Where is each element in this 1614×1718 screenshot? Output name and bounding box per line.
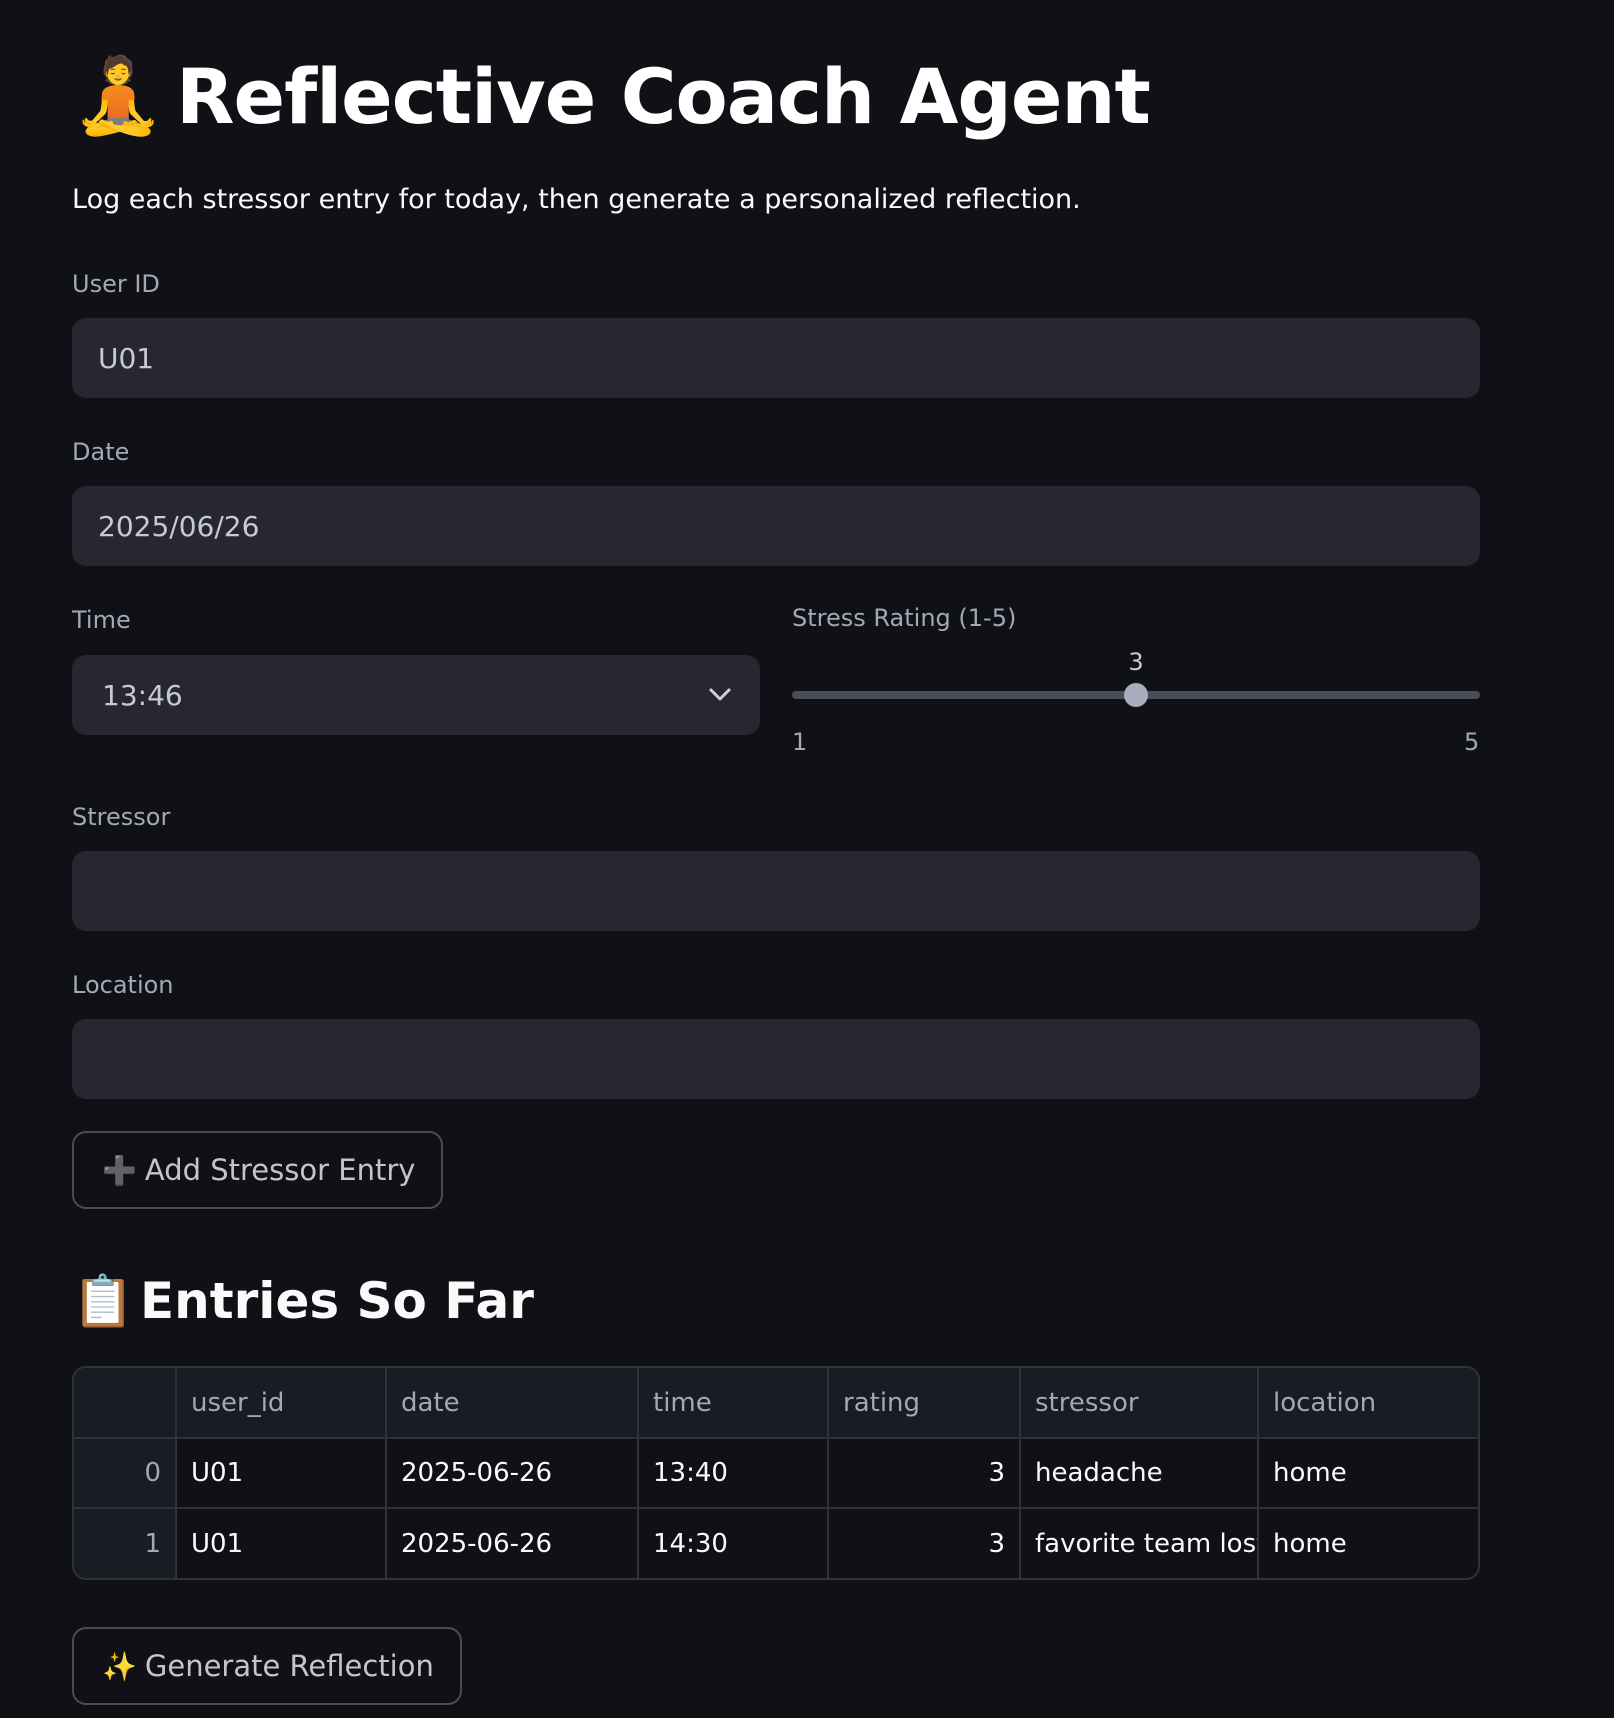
stress-rating-value: 3 [1128, 648, 1144, 676]
time-value: 13:46 [102, 678, 183, 712]
cell-time[interactable]: 14:30 [638, 1508, 829, 1578]
cell-user-id[interactable]: U01 [176, 1438, 387, 1509]
page-title: 🧘 Reflective Coach Agent [72, 46, 1151, 146]
column-header-rating[interactable]: rating [828, 1368, 1021, 1439]
cell-stressor[interactable]: headache [1020, 1438, 1259, 1509]
location-input[interactable] [72, 1019, 1480, 1099]
user-id-label: User ID [72, 270, 160, 298]
generate-reflection-button[interactable]: ✨ Generate Reflection [72, 1627, 462, 1705]
stress-rating-slider-thumb[interactable] [1124, 683, 1148, 707]
column-header-user-id[interactable]: user_id [176, 1368, 387, 1439]
generate-reflection-label: Generate Reflection [144, 1649, 434, 1683]
plus-icon: ➕ [102, 1153, 137, 1187]
entries-title-text: Entries So Far [140, 1272, 534, 1330]
row-index: 1 [74, 1508, 177, 1578]
date-value: 2025/06/26 [98, 509, 260, 543]
time-select[interactable]: 13:46 [72, 655, 760, 735]
user-id-value: U01 [98, 341, 155, 375]
row-index: 0 [74, 1438, 177, 1509]
cell-stressor[interactable]: favorite team lost [1020, 1508, 1259, 1578]
chevron-down-icon[interactable] [708, 687, 732, 703]
page-subtitle: Log each stressor entry for today, then … [72, 184, 1081, 215]
cell-time[interactable]: 13:40 [638, 1438, 829, 1509]
cell-date[interactable]: 2025-06-26 [386, 1508, 639, 1578]
column-header-index[interactable] [74, 1368, 177, 1439]
slider-min-label: 1 [792, 728, 808, 756]
slider-max-label: 5 [1464, 728, 1480, 756]
meditation-icon: 🧘 [72, 53, 165, 139]
table-row: 0 U01 2025-06-26 13:40 3 headache home [74, 1438, 1478, 1509]
table-header-row: user_id date time rating stressor locati… [74, 1368, 1478, 1439]
clipboard-icon: 📋 [72, 1272, 135, 1330]
column-header-stressor[interactable]: stressor [1020, 1368, 1259, 1439]
location-label: Location [72, 971, 174, 999]
stressor-input[interactable] [72, 851, 1480, 931]
cell-location[interactable]: home [1258, 1508, 1478, 1578]
stress-rating-label: Stress Rating (1-5) [792, 604, 1017, 632]
user-id-input[interactable]: U01 [72, 318, 1480, 398]
entries-section-title: 📋 Entries So Far [72, 1268, 534, 1334]
cell-user-id[interactable]: U01 [176, 1508, 387, 1578]
cell-location[interactable]: home [1258, 1438, 1478, 1509]
add-stressor-entry-label: Add Stressor Entry [144, 1153, 416, 1187]
add-stressor-entry-button[interactable]: ➕ Add Stressor Entry [72, 1131, 444, 1209]
column-header-location[interactable]: location [1258, 1368, 1478, 1439]
time-label: Time [72, 606, 131, 634]
entries-table[interactable]: user_id date time rating stressor locati… [72, 1366, 1480, 1580]
date-label: Date [72, 438, 130, 466]
table-row: 1 U01 2025-06-26 14:30 3 favorite team l… [74, 1508, 1478, 1578]
cell-rating[interactable]: 3 [828, 1438, 1021, 1509]
column-header-time[interactable]: time [638, 1368, 829, 1439]
sparkles-icon: ✨ [102, 1649, 137, 1683]
date-input[interactable]: 2025/06/26 [72, 486, 1480, 566]
stressor-label: Stressor [72, 803, 171, 831]
cell-rating[interactable]: 3 [828, 1508, 1021, 1578]
cell-date[interactable]: 2025-06-26 [386, 1438, 639, 1509]
page-title-text: Reflective Coach Agent [176, 51, 1151, 141]
column-header-date[interactable]: date [386, 1368, 639, 1439]
